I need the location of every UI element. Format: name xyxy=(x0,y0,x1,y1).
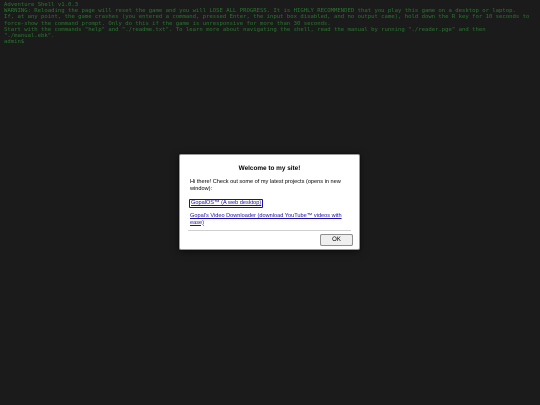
dialog-message: Hi there! Check out some of my latest pr… xyxy=(190,179,341,192)
gopalos-link[interactable]: GopalOS™ (A web desktop) xyxy=(189,199,264,208)
video-downloader-link[interactable]: Gopal's Video Downloader (download YouTu… xyxy=(190,213,351,226)
dialog-title: Welcome to my site! xyxy=(238,165,301,172)
ok-button[interactable]: OK xyxy=(320,234,353,246)
dialog-divider xyxy=(188,230,351,231)
welcome-dialog: Welcome to my site! Hi there! Check out … xyxy=(179,154,360,250)
